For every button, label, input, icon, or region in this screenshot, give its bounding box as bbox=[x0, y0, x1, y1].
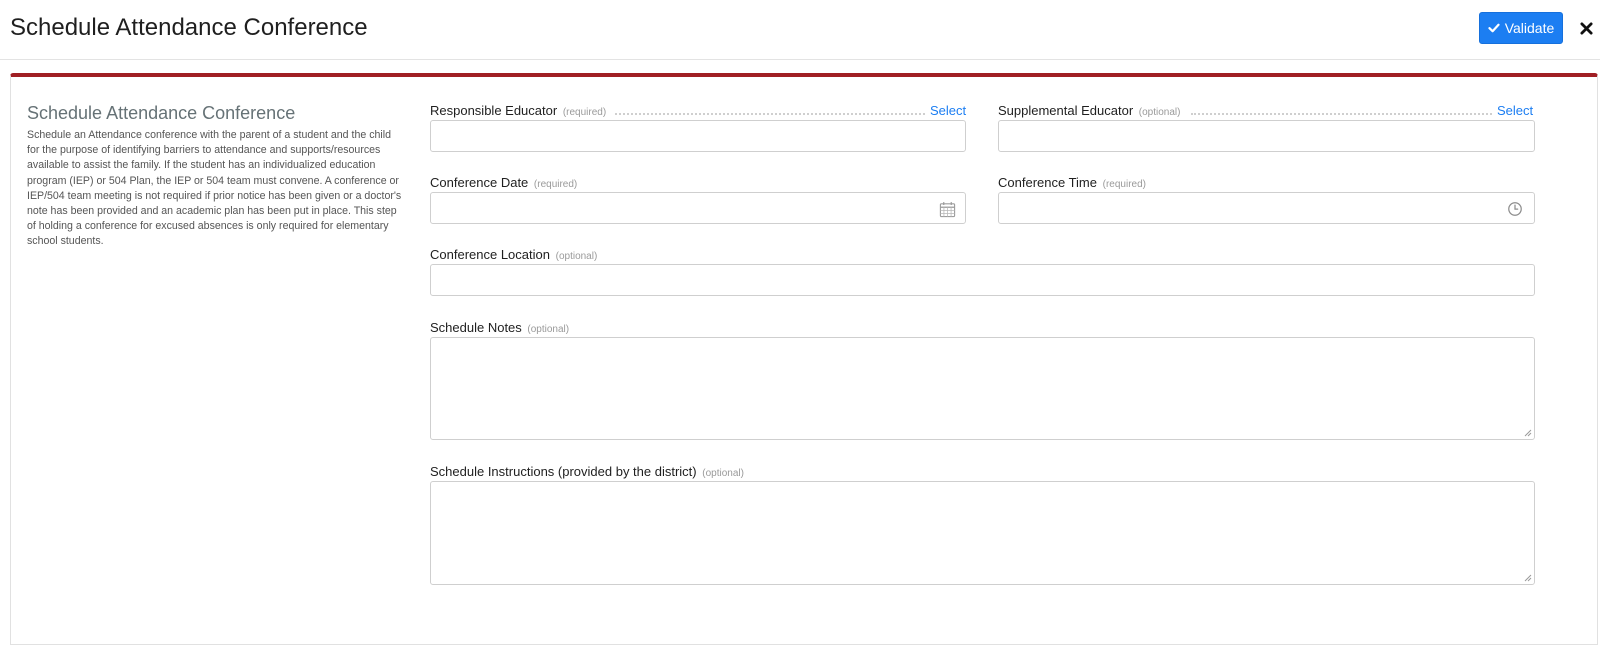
clock-icon[interactable] bbox=[1506, 200, 1524, 218]
conference-location-label: Conference Location (optional) bbox=[430, 247, 597, 262]
responsible-educator-select-link[interactable]: Select bbox=[930, 103, 966, 118]
supplemental-educator-input[interactable] bbox=[998, 120, 1535, 152]
optional-hint: (optional) bbox=[527, 324, 570, 335]
validate-button[interactable]: Validate bbox=[1479, 12, 1563, 44]
conference-location-input[interactable] bbox=[430, 264, 1535, 296]
conference-time-label: Conference Time (required) bbox=[998, 175, 1146, 190]
close-icon[interactable] bbox=[1577, 18, 1595, 38]
responsible-educator-input[interactable] bbox=[430, 120, 966, 152]
validate-label: Validate bbox=[1504, 20, 1555, 36]
section-title: Schedule Attendance Conference bbox=[27, 103, 296, 123]
optional-hint: (optional) bbox=[555, 251, 598, 262]
conference-date-label-text: Conference Date bbox=[430, 175, 529, 190]
responsible-educator-label-text: Responsible Educator bbox=[430, 103, 558, 118]
schedule-instructions-textarea[interactable] bbox=[430, 481, 1535, 585]
schedule-notes-textarea[interactable] bbox=[430, 337, 1535, 440]
modal-header: Schedule Attendance Conference Validate bbox=[0, 0, 1600, 60]
calendar-icon[interactable] bbox=[938, 200, 956, 218]
schedule-instructions-label-text: Schedule Instructions (provided by the d… bbox=[430, 464, 697, 479]
required-hint: (required) bbox=[533, 179, 578, 190]
label-leader-line bbox=[1191, 113, 1492, 115]
conference-time-label-text: Conference Time bbox=[998, 175, 1097, 190]
required-hint: (required) bbox=[1102, 179, 1146, 190]
conference-date-input[interactable] bbox=[430, 192, 966, 224]
schedule-notes-label: Schedule Notes (optional) bbox=[430, 320, 569, 335]
schedule-notes-label-text: Schedule Notes bbox=[430, 320, 522, 335]
supplemental-educator-label: Supplemental Educator (optional) bbox=[998, 103, 1180, 118]
resize-handle-icon[interactable] bbox=[1524, 574, 1532, 582]
required-hint: (required) bbox=[562, 107, 607, 118]
conference-date-label: Conference Date (required) bbox=[430, 175, 577, 190]
optional-hint: (optional) bbox=[1138, 107, 1181, 118]
page-title: Schedule Attendance Conference bbox=[10, 14, 368, 41]
responsible-educator-label: Responsible Educator (required) bbox=[430, 103, 606, 118]
optional-hint: (optional) bbox=[702, 468, 744, 479]
supplemental-educator-select-link[interactable]: Select bbox=[1497, 103, 1533, 118]
resize-handle-icon[interactable] bbox=[1524, 429, 1532, 437]
label-leader-line bbox=[615, 113, 925, 115]
supplemental-educator-label-text: Supplemental Educator bbox=[998, 103, 1134, 118]
form-panel: Schedule Attendance Conference Schedule … bbox=[10, 73, 1598, 645]
conference-location-label-text: Conference Location bbox=[430, 247, 550, 262]
schedule-instructions-label: Schedule Instructions (provided by the d… bbox=[430, 464, 744, 479]
section-description: Schedule an Attendance conference with t… bbox=[27, 129, 402, 248]
check-icon bbox=[1488, 23, 1500, 33]
conference-time-input[interactable] bbox=[998, 192, 1535, 224]
